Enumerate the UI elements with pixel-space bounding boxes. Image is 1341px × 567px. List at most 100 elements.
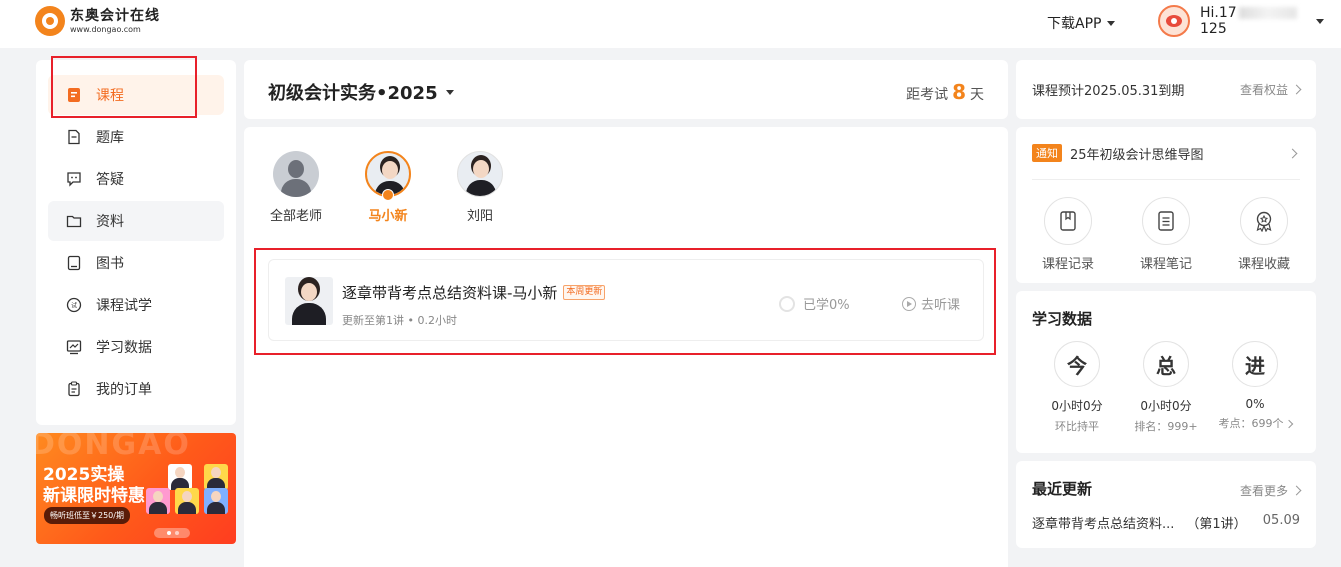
subject-title: 初级会计实务•2025 <box>268 83 438 104</box>
tool-label: 课程记录 <box>1041 257 1094 272</box>
sidebar-item-label: 答疑 <box>96 172 124 188</box>
download-app-menu[interactable]: 下载APP <box>1047 13 1116 33</box>
teacher-photo <box>146 488 170 514</box>
sidebar-item-label: 题库 <box>96 130 124 146</box>
notebook-icon <box>67 255 81 271</box>
teacher-photo <box>204 488 228 514</box>
teacher-avatar <box>273 151 319 197</box>
chevron-right-icon <box>1291 485 1302 496</box>
folder-icon <box>66 215 82 228</box>
sidebar-item-label: 课程试学 <box>96 298 152 314</box>
teacher-name: 全部老师 <box>269 209 322 224</box>
username: Hi.17125 <box>1200 5 1310 37</box>
clipboard-icon <box>68 381 80 397</box>
user-menu[interactable]: Hi.17125 <box>1158 5 1324 37</box>
sidebar-item-materials[interactable]: 资料 <box>48 201 224 241</box>
award-icon <box>1240 197 1288 245</box>
teacher-filter-all[interactable]: 全部老师 <box>261 151 331 224</box>
logo-url: www.dongao.com <box>70 24 141 34</box>
banner-price-pill: 畅听班低至￥250/期 <box>44 507 130 524</box>
exam-countdown: 距考试 8 天 <box>906 80 984 104</box>
recent-date: 05.09 <box>1262 513 1300 528</box>
view-more-link[interactable]: 查看更多 <box>1239 482 1302 499</box>
question-bank-icon <box>68 129 80 145</box>
expiry-card: 课程预计2025.05.31到期 查看权益 <box>1016 60 1316 119</box>
promo-banner[interactable]: DONGAO 2025实操 新课限时特惠 畅听班低至￥250/期 <box>36 433 236 544</box>
chart-icon <box>66 340 82 355</box>
tool-label: 课程笔记 <box>1139 257 1192 272</box>
sidebar-item-label: 我的订单 <box>96 382 152 398</box>
highlight-box-course <box>51 56 197 118</box>
banner-watermark: DONGAO <box>36 433 191 462</box>
chevron-right-icon <box>1284 419 1293 429</box>
site-logo[interactable]: 东奥会计在线 www.dongao.com <box>35 6 160 36</box>
chevron-right-icon <box>1291 84 1302 95</box>
sidebar-item-books[interactable]: 图书 <box>48 243 224 283</box>
stat-sub-text: 考点：699个 <box>1218 417 1284 430</box>
bookmark-icon <box>1044 197 1092 245</box>
highlight-box-course-card <box>254 248 996 355</box>
teacher-avatar <box>457 151 503 197</box>
progress-icon: 进 <box>1232 341 1278 387</box>
view-rights-link[interactable]: 查看权益 <box>1240 81 1302 98</box>
recent-updates-card: 最近更新 查看更多 逐章带背考点总结资料... （第1讲） 05.09 <box>1016 461 1316 548</box>
study-data-title: 学习数据 <box>1032 310 1093 328</box>
stat-value: 0% <box>1245 397 1265 411</box>
total-icon: 总 <box>1143 341 1189 387</box>
top-header: 东奥会计在线 www.dongao.com 下载APP Hi.17125 <box>0 0 1341 48</box>
caret-down-icon <box>1107 20 1116 26</box>
course-favorites-button[interactable]: 课程收藏 <box>1234 197 1294 272</box>
sidebar-item-label: 图书 <box>96 256 124 272</box>
tool-label: 课程收藏 <box>1237 257 1290 272</box>
stat-today: 今 0小时0分 环比持平 <box>1037 341 1117 434</box>
teacher-filter-ma[interactable]: 马小新 <box>353 151 423 224</box>
stat-progress[interactable]: 进 0% 考点：699个 <box>1215 341 1295 431</box>
recent-item[interactable]: 逐章带背考点总结资料... （第1讲） 05.09 <box>1032 513 1300 532</box>
today-icon: 今 <box>1054 341 1100 387</box>
teacher-filter-liu[interactable]: 刘阳 <box>445 151 515 224</box>
subject-selector[interactable]: 初级会计实务•2025 <box>268 79 454 105</box>
stat-sub: 考点：699个 <box>1215 415 1295 431</box>
exam-days: 8 <box>952 80 966 104</box>
sidebar-item-label: 资料 <box>96 214 124 230</box>
banner-title-2: 新课限时特惠 <box>43 486 145 506</box>
download-app-label: 下载APP <box>1047 16 1102 32</box>
notice-badge: 通知 <box>1032 144 1062 162</box>
notice-text: 25年初级会计思维导图 <box>1070 148 1204 163</box>
course-record-button[interactable]: 课程记录 <box>1038 197 1098 272</box>
teacher-name: 刘阳 <box>466 209 493 224</box>
logo-name: 东奥会计在线 <box>70 7 160 24</box>
carousel-dots[interactable] <box>154 528 190 538</box>
note-icon <box>1142 197 1190 245</box>
study-data-card: 学习数据 今 0小时0分 环比持平 总 0小时0分 排名：999+ 进 0% 考… <box>1016 291 1316 453</box>
teacher-photo <box>175 488 199 514</box>
chevron-right-icon <box>1287 148 1298 159</box>
sidebar-item-orders[interactable]: 我的订单 <box>48 369 224 409</box>
teacher-name: 马小新 <box>368 209 408 224</box>
notice-card: 通知 25年初级会计思维导图 课程记录 课程笔记 课程收藏 <box>1016 127 1316 283</box>
sidebar-item-label: 学习数据 <box>96 340 152 356</box>
avatar <box>1158 5 1190 37</box>
teacher-photo <box>204 464 228 490</box>
subject-bar: 初级会计实务•2025 距考试 8 天 <box>244 60 1008 119</box>
caret-down-icon <box>445 89 454 95</box>
caret-down-icon <box>1316 18 1324 24</box>
username-prefix: Hi.17 <box>1200 5 1237 21</box>
stat-value: 0小时0分 <box>1140 399 1192 413</box>
sidebar-item-question-bank[interactable]: 题库 <box>48 117 224 157</box>
view-more-label: 查看更多 <box>1239 484 1288 498</box>
sidebar-item-trial[interactable]: 试 课程试学 <box>48 285 224 325</box>
stat-value: 0小时0分 <box>1051 399 1103 413</box>
course-notes-button[interactable]: 课程笔记 <box>1136 197 1196 272</box>
exam-prefix: 距考试 <box>906 87 949 103</box>
trial-icon: 试 <box>66 297 82 313</box>
notice-item[interactable]: 通知 25年初级会计思维导图 <box>1032 144 1300 180</box>
username-blur <box>1238 7 1297 19</box>
sidebar-item-qa[interactable]: 答疑 <box>48 159 224 199</box>
check-icon <box>382 189 394 201</box>
recent-title: 最近更新 <box>1032 480 1093 498</box>
stat-total: 总 0小时0分 排名：999+ <box>1126 341 1206 434</box>
sidebar-item-study-data[interactable]: 学习数据 <box>48 327 224 367</box>
svg-text:试: 试 <box>71 302 77 310</box>
recent-lesson: （第1讲） <box>1186 517 1247 532</box>
